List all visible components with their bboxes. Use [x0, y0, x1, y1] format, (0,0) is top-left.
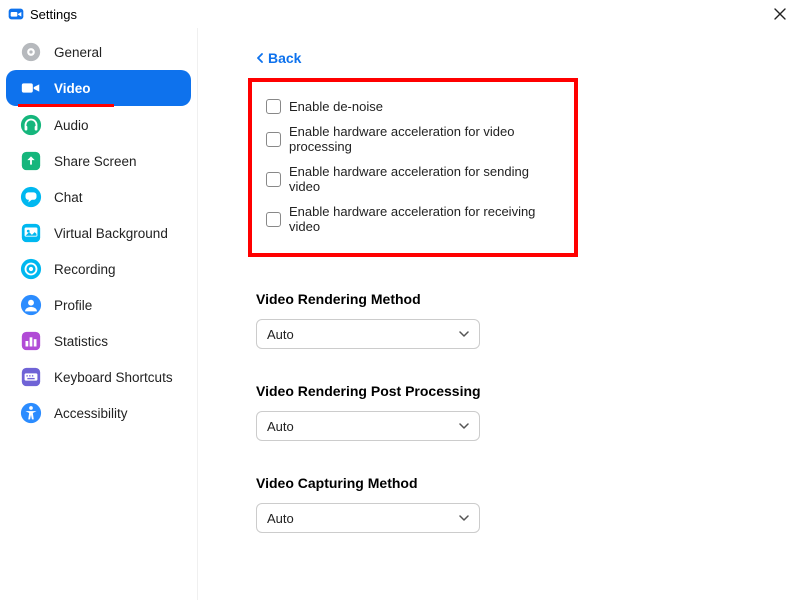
select-video-rendering-post-processing[interactable]: Auto	[256, 411, 480, 441]
select-value: Auto	[267, 327, 294, 342]
back-label: Back	[268, 50, 301, 66]
select-video-capturing-method[interactable]: Auto	[256, 503, 480, 533]
checkbox-label: Enable hardware acceleration for receivi…	[289, 204, 556, 234]
select-value: Auto	[267, 511, 294, 526]
sidebar-item-label: Share Screen	[54, 154, 137, 169]
chevron-left-icon	[256, 53, 264, 63]
back-link[interactable]: Back	[256, 50, 301, 66]
checkbox-hw-accel-receiving[interactable]: Enable hardware acceleration for receivi…	[266, 199, 556, 239]
app-icon	[8, 6, 24, 22]
chat-icon	[20, 186, 42, 208]
main: General Video Audio Share Screen Ch	[0, 28, 800, 600]
gear-icon	[20, 41, 42, 63]
content-panel: Back Enable de-noise Enable hardware acc…	[198, 28, 800, 600]
headphones-icon	[20, 114, 42, 136]
share-screen-icon	[20, 150, 42, 172]
chevron-down-icon	[459, 422, 469, 430]
sidebar-item-label: Audio	[54, 118, 89, 133]
sidebar-item-general[interactable]: General	[6, 34, 191, 70]
checkbox-icon	[266, 212, 281, 227]
sidebar-item-keyboard-shortcuts[interactable]: Keyboard Shortcuts	[6, 359, 191, 395]
sidebar-item-audio[interactable]: Audio	[6, 107, 191, 143]
recording-icon	[20, 258, 42, 280]
sidebar-item-statistics[interactable]: Statistics	[6, 323, 191, 359]
sidebar-item-label: Recording	[54, 262, 116, 277]
checkbox-hw-accel-sending[interactable]: Enable hardware acceleration for sending…	[266, 159, 556, 199]
window-title: Settings	[30, 7, 77, 22]
sidebar-item-share-screen[interactable]: Share Screen	[6, 143, 191, 179]
virtual-background-icon	[20, 222, 42, 244]
sidebar-item-chat[interactable]: Chat	[6, 179, 191, 215]
chevron-down-icon	[459, 514, 469, 522]
statistics-icon	[20, 330, 42, 352]
highlight-box: Enable de-noise Enable hardware accelera…	[248, 78, 578, 257]
keyboard-icon	[20, 366, 42, 388]
select-value: Auto	[267, 419, 294, 434]
sidebar-item-label: Virtual Background	[54, 226, 168, 241]
close-button[interactable]	[772, 6, 788, 22]
checkbox-hw-accel-processing[interactable]: Enable hardware acceleration for video p…	[266, 119, 556, 159]
checkbox-enable-denoise[interactable]: Enable de-noise	[266, 94, 556, 119]
close-icon	[774, 8, 786, 20]
checkbox-label: Enable hardware acceleration for sending…	[289, 164, 556, 194]
chevron-down-icon	[459, 330, 469, 338]
sidebar-item-accessibility[interactable]: Accessibility	[6, 395, 191, 431]
sidebar-item-label: Statistics	[54, 334, 108, 349]
titlebar: Settings	[0, 0, 800, 28]
select-video-rendering-method[interactable]: Auto	[256, 319, 480, 349]
heading-video-capturing-method: Video Capturing Method	[256, 475, 766, 491]
titlebar-left: Settings	[8, 6, 77, 22]
checkbox-label: Enable hardware acceleration for video p…	[289, 124, 556, 154]
sidebar-item-label: Accessibility	[54, 406, 128, 421]
video-icon	[20, 77, 42, 99]
sidebar-item-recording[interactable]: Recording	[6, 251, 191, 287]
profile-icon	[20, 294, 42, 316]
sidebar-item-label: Keyboard Shortcuts	[54, 370, 173, 385]
heading-video-rendering-method: Video Rendering Method	[256, 291, 766, 307]
sidebar-item-label: General	[54, 45, 102, 60]
heading-video-rendering-post-processing: Video Rendering Post Processing	[256, 383, 766, 399]
sidebar-item-label: Chat	[54, 190, 83, 205]
checkbox-icon	[266, 132, 281, 147]
checkbox-label: Enable de-noise	[289, 99, 383, 114]
sidebar-item-label: Video	[54, 81, 91, 96]
sidebar-item-virtual-background[interactable]: Virtual Background	[6, 215, 191, 251]
sidebar-item-profile[interactable]: Profile	[6, 287, 191, 323]
checkbox-icon	[266, 99, 281, 114]
checkbox-icon	[266, 172, 281, 187]
accessibility-icon	[20, 402, 42, 424]
sidebar-item-video[interactable]: Video	[6, 70, 191, 106]
sidebar-item-label: Profile	[54, 298, 92, 313]
sidebar: General Video Audio Share Screen Ch	[0, 28, 198, 600]
